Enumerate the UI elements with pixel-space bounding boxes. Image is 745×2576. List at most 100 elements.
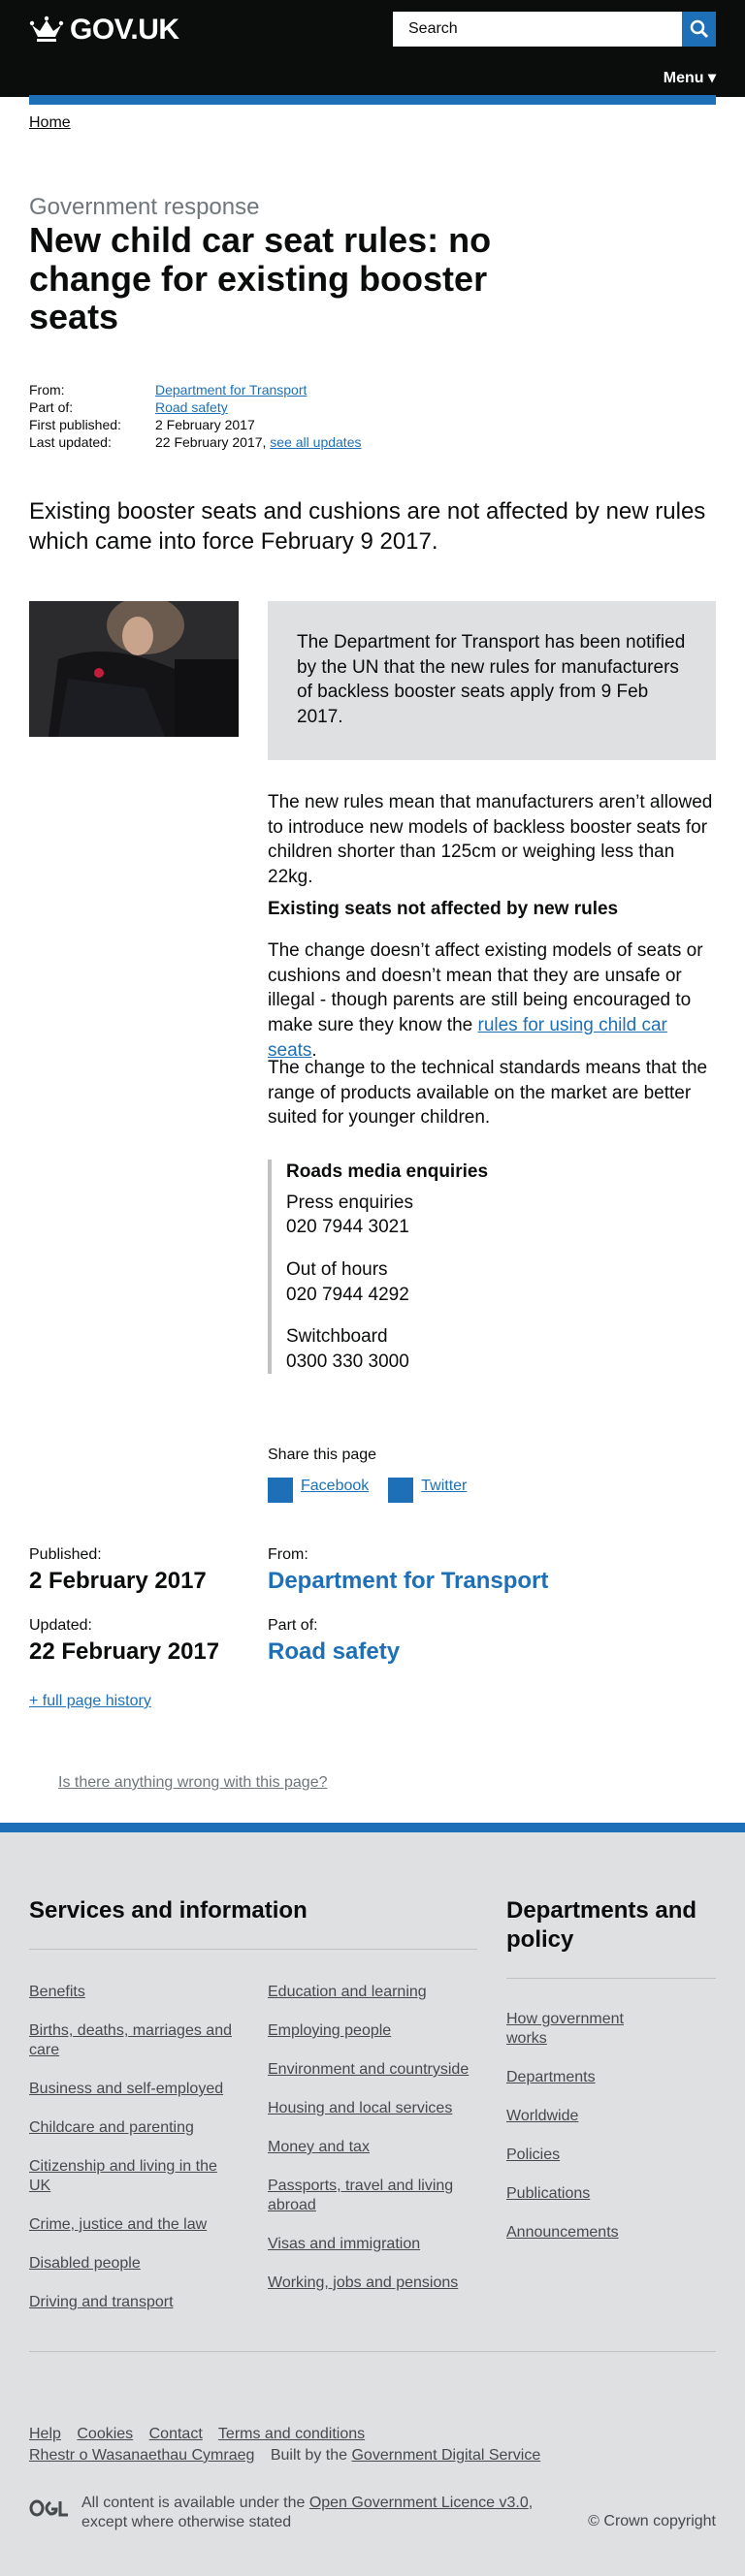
share-title: Share this page: [268, 1447, 377, 1463]
callout-box: The Department for Transport has been no…: [268, 601, 716, 760]
subheading-existing-seats: Existing seats not affected by new rules: [268, 899, 619, 919]
from-block: From: Department for Transport: [268, 1546, 548, 1595]
footer-link-environment[interactable]: Environment and countryside: [268, 2060, 471, 2080]
search-button[interactable]: [682, 12, 716, 47]
header-blue-bar: [29, 95, 716, 105]
ogl-link[interactable]: Open Government Licence v3.0: [309, 2495, 529, 2511]
contact-out-of-hours-label: Out of hours: [286, 1258, 388, 1280]
see-all-updates-link[interactable]: see all updates: [270, 433, 361, 451]
published-label: Published:: [29, 1546, 102, 1563]
footer-link-announcements[interactable]: Announcements: [506, 2223, 642, 2242]
updated-block: Updated: 22 February 2017: [29, 1617, 219, 1666]
footer-built-by: Built by the: [270, 2447, 348, 2464]
footer-services-rule: [29, 1949, 477, 1950]
twitter-share-link[interactable]: Twitter: [421, 1478, 467, 1495]
facebook-share[interactable]: Facebook: [268, 1478, 369, 1503]
footer-licence: All content is available under the Open …: [81, 2494, 567, 2532]
footer-link-passports[interactable]: Passports, travel and living abroad: [268, 2177, 471, 2215]
facebook-share-link[interactable]: Facebook: [301, 1478, 369, 1495]
report-problem-wrap: Is there anything wrong with this page?: [58, 1774, 328, 1792]
footer-cookies-link[interactable]: Cookies: [77, 2426, 133, 2442]
facebook-icon: [268, 1478, 293, 1503]
footer-link-employing[interactable]: Employing people: [268, 2021, 471, 2041]
site-header: GOV.UK Search Menu ▾: [0, 0, 745, 105]
page-title: New child car seat rules: no change for …: [29, 220, 492, 337]
footer-link-education[interactable]: Education and learning: [268, 1983, 471, 2002]
updated-label: Updated:: [29, 1617, 92, 1634]
full-page-history-link[interactable]: + full page history: [29, 1693, 151, 1709]
contact-out-of-hours-number: 020 7944 4292: [286, 1284, 409, 1305]
site-footer: Services and information Departments and…: [0, 1823, 745, 2576]
footer-bottom-rule: [29, 2351, 716, 2352]
meta-from-link[interactable]: Department for Transport: [155, 381, 307, 398]
logo-text: GOV.UK: [70, 14, 179, 46]
twitter-share[interactable]: Twitter: [388, 1478, 467, 1503]
open-government-licence-icon: [29, 2499, 68, 2517]
meta-first-value: 2 February 2017: [155, 417, 255, 432]
from-department-link[interactable]: Department for Transport: [268, 1568, 548, 1595]
footer-services-col2: Education and learning Employing people …: [268, 1983, 471, 2293]
footer-link-how-government-works[interactable]: How government works: [506, 2010, 642, 2049]
contact-press-label: Press enquiries: [286, 1192, 413, 1213]
meta-from-label: From:: [29, 382, 65, 398]
meta-part-label: Part of:: [29, 399, 74, 415]
crown-copyright[interactable]: © Crown copyright: [588, 2513, 716, 2530]
search-icon: [690, 19, 708, 39]
contact-switchboard-label: Switchboard: [286, 1326, 388, 1348]
footer-link-policies[interactable]: Policies: [506, 2146, 642, 2165]
footer-welsh-link[interactable]: Rhestr o Wasanaethau Cymraeg: [29, 2447, 254, 2464]
share-section: Share this page Facebook Twitter: [268, 1447, 486, 1503]
footer-contact-link[interactable]: Contact: [149, 2426, 203, 2442]
breadcrumb-home-link[interactable]: Home: [29, 114, 71, 131]
footer-link-benefits[interactable]: Benefits: [29, 1983, 243, 2002]
from-label: From:: [268, 1546, 308, 1563]
footer-link-crime[interactable]: Crime, justice and the law: [29, 2215, 243, 2235]
footer-link-departments[interactable]: Departments: [506, 2068, 642, 2087]
footer-link-housing[interactable]: Housing and local services: [268, 2099, 471, 2118]
footer-departments-title: Departments and policy: [506, 1897, 697, 1953]
footer-link-working[interactable]: Working, jobs and pensions: [268, 2274, 471, 2293]
footer-link-driving[interactable]: Driving and transport: [29, 2293, 243, 2312]
media-contact-block: Roads media enquiries Press enquiries 02…: [268, 1160, 559, 1375]
search-form: Search: [393, 12, 716, 47]
footer-link-disabled[interactable]: Disabled people: [29, 2254, 243, 2274]
footer-meta-links: Help Cookies Contact Terms and condition…: [29, 2426, 552, 2465]
page-caption: Government response: [29, 194, 260, 220]
footer-terms-link[interactable]: Terms and conditions: [218, 2426, 365, 2442]
footer-link-births[interactable]: Births, deaths, marriages and care: [29, 2021, 243, 2060]
metadata: From: Department for Transport Part of: Ro…: [29, 381, 361, 451]
footer-services-title: Services and information: [29, 1897, 308, 1924]
part-of-label: Part of:: [268, 1617, 318, 1634]
report-problem-link[interactable]: Is there anything wrong with this page?: [58, 1774, 328, 1791]
licence-text: All content is available under the: [81, 2495, 309, 2511]
meta-part-link[interactable]: Road safety: [155, 398, 228, 416]
part-of-block: Part of: Road safety: [268, 1617, 400, 1666]
crown-icon: [29, 16, 64, 42]
history-wrap: + full page history: [29, 1693, 151, 1710]
published-block: Published: 2 February 2017: [29, 1546, 207, 1595]
footer-departments-rule: [506, 1978, 716, 1979]
body-paragraph-2: The change doesn’t affect existing model…: [268, 938, 716, 1063]
govuk-logo[interactable]: GOV.UK: [29, 14, 179, 47]
twitter-icon: [388, 1478, 414, 1503]
footer-gds-link[interactable]: Government Digital Service: [351, 2447, 540, 2464]
part-of-link[interactable]: Road safety: [268, 1638, 400, 1666]
menu-button[interactable]: Menu ▾: [664, 68, 716, 87]
breadcrumb: Home: [29, 114, 71, 132]
search-input[interactable]: Search: [393, 12, 682, 47]
footer-link-business[interactable]: Business and self-employed: [29, 2080, 243, 2099]
footer-link-money[interactable]: Money and tax: [268, 2138, 471, 2157]
body-paragraph-3: The change to the technical standards me…: [268, 1058, 708, 1129]
footer-link-citizenship[interactable]: Citizenship and living in the UK: [29, 2157, 243, 2196]
footer-departments-list: How government works Departments Worldwi…: [506, 2010, 642, 2242]
updated-value: 22 February 2017: [29, 1638, 220, 1665]
body-paragraph-1: The new rules mean that manufacturers ar…: [268, 792, 713, 887]
contact-title: Roads media enquiries: [286, 1161, 489, 1182]
footer-link-childcare[interactable]: Childcare and parenting: [29, 2118, 243, 2138]
footer-help-link[interactable]: Help: [29, 2426, 61, 2442]
contact-press-number: 020 7944 3021: [286, 1217, 409, 1238]
meta-updated-label: Last updated:: [29, 434, 112, 450]
footer-link-visas[interactable]: Visas and immigration: [268, 2235, 471, 2254]
footer-link-worldwide[interactable]: Worldwide: [506, 2107, 642, 2126]
footer-link-publications[interactable]: Publications: [506, 2184, 642, 2204]
